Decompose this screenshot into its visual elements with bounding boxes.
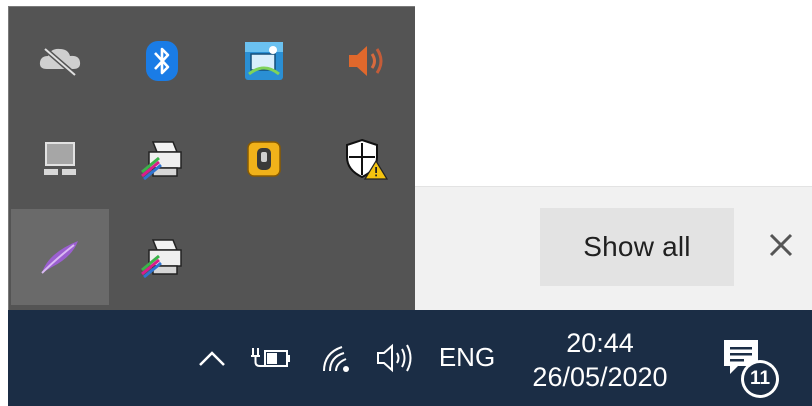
- volume-button[interactable]: [370, 334, 420, 382]
- tray-item-printer-2[interactable]: [113, 209, 211, 305]
- chevron-up-icon: [199, 351, 225, 366]
- speaker-icon: [349, 46, 383, 76]
- notification-count: 11: [744, 363, 776, 395]
- clock-date: 26/05/2020: [532, 362, 668, 392]
- clock-time: 20:44: [566, 328, 634, 359]
- clock-button[interactable]: 20:44 26/05/2020: [516, 318, 684, 404]
- speaker-icon: [377, 343, 412, 373]
- bluetooth-icon: [146, 41, 178, 81]
- tray-item-onedrive[interactable]: [11, 13, 109, 109]
- network-status-button[interactable]: [314, 334, 362, 382]
- close-download-bar-button[interactable]: [758, 222, 804, 268]
- windows-security-warning-icon: [346, 138, 388, 180]
- remote-display-icon: [44, 142, 76, 175]
- battery-charging-icon: [251, 348, 290, 367]
- network-manager-icon: [245, 42, 283, 80]
- wifi-icon: [323, 346, 349, 372]
- printer-icon: [141, 141, 182, 180]
- browser-content-area: [414, 0, 812, 186]
- battery-status-button[interactable]: [246, 334, 298, 382]
- notification-count-badge: 11: [741, 360, 779, 398]
- tray-item-usb-lock[interactable]: [215, 111, 313, 207]
- hidden-icons-flyout: [8, 6, 415, 311]
- show-all-button[interactable]: Show all: [540, 208, 734, 286]
- tray-item-volume[interactable]: [317, 13, 415, 109]
- tray-item-remote-display[interactable]: [11, 111, 109, 207]
- usb-lock-icon: [247, 141, 281, 177]
- close-icon: [769, 233, 793, 257]
- tray-item-bluetooth[interactable]: [113, 13, 211, 109]
- show-hidden-icons-button[interactable]: [190, 334, 234, 382]
- tray-item-network-tool[interactable]: [215, 13, 313, 109]
- printer-icon: [141, 239, 182, 278]
- quill-feather-icon: [41, 241, 78, 274]
- tray-item-quill[interactable]: [11, 209, 109, 305]
- tray-item-windows-security[interactable]: [317, 111, 415, 207]
- tray-item-printer[interactable]: [113, 111, 211, 207]
- input-language-indicator[interactable]: ENG: [432, 333, 502, 381]
- onedrive-offline-icon: [39, 47, 81, 77]
